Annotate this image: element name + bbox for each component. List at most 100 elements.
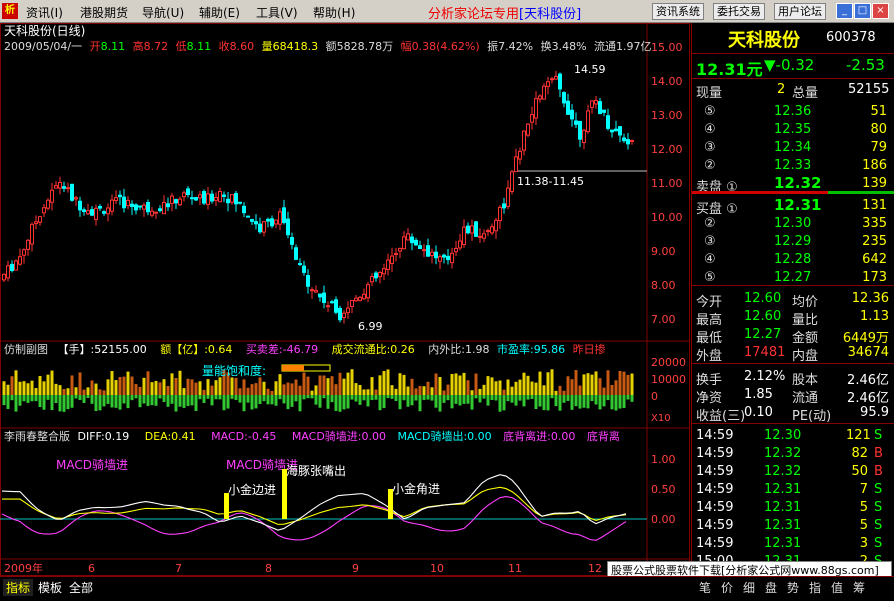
volume-bar-neg (10, 395, 14, 401)
candle-body (382, 268, 386, 275)
volume-bar-neg (478, 395, 482, 403)
volume-bar (278, 374, 282, 395)
volume-bar (34, 388, 38, 395)
volume-bar-neg (378, 395, 382, 411)
detail-tab[interactable]: 盘 (762, 579, 780, 596)
macd-line (1, 496, 627, 541)
volume-bar (578, 385, 582, 395)
main-title: 天科股份(日线) (4, 24, 85, 38)
stock-header: 天科股份 600378 (692, 25, 894, 51)
macd-series[interactable] (1, 474, 627, 541)
detail-tab[interactable]: 细 (740, 579, 758, 596)
candle-body (374, 272, 378, 279)
volume-bar (290, 383, 294, 395)
volume-bar (14, 370, 18, 395)
candle-body (622, 137, 626, 142)
volume-bar-neg (270, 395, 274, 405)
volume-bar-neg (126, 395, 130, 409)
volume-bar-neg (90, 395, 94, 404)
volume-bar (554, 390, 558, 395)
volume-bar-neg (66, 395, 70, 410)
candle-body (394, 253, 398, 256)
candle-body (58, 181, 62, 189)
volume-bar-neg (510, 395, 514, 403)
volume-bar (86, 387, 90, 395)
volume-bar (94, 383, 98, 395)
candle-body (518, 150, 522, 160)
volume-bar (242, 379, 246, 395)
tab-template[interactable]: 模板 (35, 579, 65, 596)
candle-body (174, 199, 178, 204)
menu-nav[interactable]: 导航(U) (142, 4, 184, 21)
detail-tab[interactable]: 价 (718, 579, 736, 596)
svg-text:1.00: 1.00 (651, 453, 676, 466)
maximize-icon[interactable]: □ (854, 3, 871, 19)
candle-body (502, 203, 506, 209)
menu-help[interactable]: 帮助(H) (313, 4, 355, 21)
volume-bar-neg (138, 395, 142, 408)
candle-body (266, 218, 270, 222)
volume-bar (70, 375, 74, 395)
volume-bars[interactable] (2, 369, 634, 412)
volume-bar (330, 376, 334, 395)
candle-body (170, 195, 174, 204)
volume-bar (246, 387, 250, 395)
trade-button[interactable]: 委托交易 (713, 3, 765, 20)
news-system-button[interactable]: 资讯系统 (652, 3, 704, 20)
candle-body (354, 297, 358, 302)
detail-tab[interactable]: 指 (806, 579, 824, 596)
volume-bar-neg (574, 395, 578, 407)
volume-bar-neg (526, 395, 530, 400)
candle-body (198, 194, 202, 199)
volume-bar-neg (390, 395, 394, 399)
x-axis: 2009年 6 7 8 9 10 11 12 (4, 561, 602, 575)
candle-body (402, 236, 406, 250)
minimize-icon[interactable]: _ (836, 3, 853, 19)
menu-hk-futures[interactable]: 港股期货 (80, 4, 128, 21)
volume-bar (270, 390, 274, 395)
volume-bar (202, 389, 206, 395)
menu-news[interactable]: 资讯(I) (26, 4, 63, 21)
volume-bar (442, 390, 446, 395)
volume-bar-neg (362, 395, 366, 401)
chart-svg[interactable]: 天科股份(日线) 2009/05/04/一 开8.11 高8.72 低8.11 … (0, 23, 690, 576)
candle-body (182, 192, 186, 198)
volume-bar (58, 385, 62, 395)
tab-all[interactable]: 全部 (66, 579, 96, 596)
volume-bar-neg (434, 395, 438, 408)
detail-tab[interactable]: 值 (828, 579, 846, 596)
chart-area[interactable]: 天科股份(日线) 2009/05/04/一 开8.11 高8.72 低8.11 … (0, 23, 690, 576)
volume-bar (574, 370, 578, 395)
volume-bar (82, 389, 86, 395)
candle-body (534, 98, 538, 119)
volume-bar-neg (34, 395, 38, 402)
candlestick-series[interactable] (2, 70, 634, 324)
tab-indicator[interactable]: 指标 (3, 579, 34, 596)
app-logo-icon[interactable]: 析 (2, 3, 18, 19)
menu-tools[interactable]: 工具(V) (256, 4, 298, 21)
volume-bar-neg (70, 395, 74, 408)
chart-frame (0, 23, 690, 576)
candle-body (90, 209, 94, 216)
candle-body (22, 249, 26, 256)
volume-bar (402, 374, 406, 395)
candle-body (134, 204, 138, 211)
volume-bar-neg (150, 395, 154, 406)
volume-bar (198, 381, 202, 395)
forum-button[interactable]: 用户论坛 (774, 3, 826, 20)
menu-assist[interactable]: 辅助(E) (199, 4, 240, 21)
detail-tab[interactable]: 势 (784, 579, 802, 596)
candle-body (482, 233, 486, 239)
volume-bar (10, 376, 14, 395)
candle-body (626, 139, 630, 145)
candle-body (210, 193, 214, 202)
detail-tab[interactable]: 筹 (850, 579, 868, 596)
detail-tab[interactable]: 笔 (696, 579, 714, 596)
candle-body (282, 207, 286, 224)
stat-row: 外盘 17481 内盘 34674 (696, 345, 889, 364)
close-icon[interactable]: × (872, 3, 889, 19)
volume-bar-neg (82, 395, 86, 403)
volume-bar-neg (590, 395, 594, 402)
volume-bar (102, 390, 106, 395)
candle-body (150, 210, 154, 216)
